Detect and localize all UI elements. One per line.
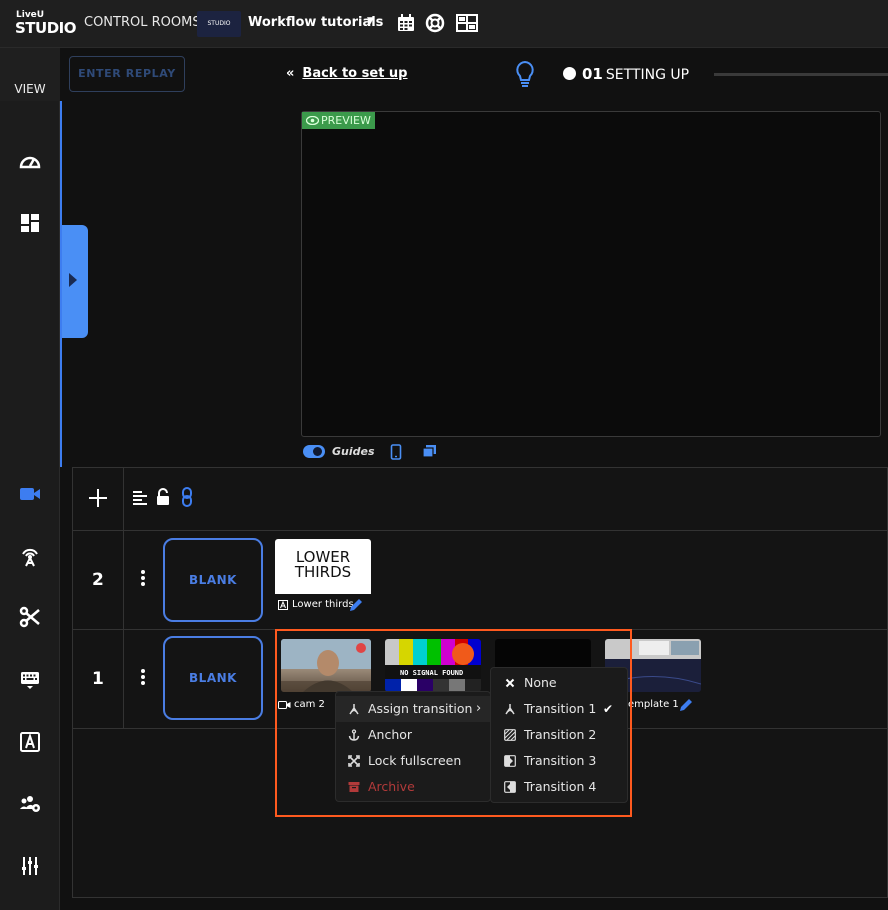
edit-pencil-icon[interactable]	[678, 697, 694, 713]
add-layer-icon[interactable]	[88, 488, 108, 508]
logo-bottom-text: STUDIO	[15, 19, 77, 37]
caret-down-icon[interactable]: ▼	[367, 16, 374, 26]
menu-item-assign-transition[interactable]: Assign transition ›	[336, 696, 492, 722]
expand-panel-button[interactable]	[62, 225, 88, 338]
status-progress-line	[714, 73, 888, 76]
layer-number: 1	[92, 669, 104, 689]
divider	[123, 467, 124, 728]
text-badge-icon	[278, 600, 288, 610]
align-left-icon[interactable]	[132, 490, 148, 506]
dashboard-icon[interactable]	[18, 150, 42, 174]
submenu-item-transition-1[interactable]: Transition 1 ✔	[491, 696, 629, 722]
transition-submenu: None Transition 1 ✔ Transition 2 Transit…	[490, 667, 628, 803]
wipe-transition-icon	[504, 755, 516, 767]
menu-item-label: Lock fullscreen	[368, 753, 462, 768]
menu-item-label: Anchor	[368, 727, 413, 742]
nav-control-rooms[interactable]: CONTROL ROOMS	[84, 15, 201, 30]
submenu-item-transition-4[interactable]: Transition 4	[491, 774, 629, 800]
fullscreen-icon	[348, 755, 360, 767]
menu-item-lock-fullscreen[interactable]: Lock fullscreen	[336, 748, 492, 774]
app-window: LiveU STUDIO CONTROL ROOMS STUDIO Workfl…	[0, 0, 888, 910]
submenu-item-none[interactable]: None	[491, 670, 629, 696]
kebab-menu-icon[interactable]	[141, 570, 145, 588]
status-label: SETTING UP	[605, 67, 690, 83]
template-source-label: emplate 1	[628, 699, 679, 710]
status-indicator: 01 SETTING UP	[563, 65, 689, 83]
divider	[72, 530, 888, 531]
unlock-icon[interactable]	[155, 488, 171, 506]
enter-replay-button[interactable]: ENTER REPLAY	[69, 56, 185, 92]
submenu-item-label: None	[524, 675, 557, 690]
keyboard-icon[interactable]	[18, 667, 42, 691]
menu-item-anchor[interactable]: Anchor	[336, 722, 492, 748]
submenu-item-label: Transition 2	[524, 727, 597, 742]
anchor-icon	[348, 729, 360, 741]
back-to-setup-label: Back to set up	[302, 66, 408, 81]
sliders-icon[interactable]	[18, 854, 42, 878]
menu-item-label: Archive	[368, 779, 415, 794]
text-icon[interactable]	[18, 730, 42, 754]
antenna-icon[interactable]	[18, 544, 42, 568]
project-selector[interactable]: Workflow tutorials	[248, 15, 383, 30]
view-label: VIEW	[14, 82, 46, 96]
submenu-item-transition-2[interactable]: Transition 2	[491, 722, 629, 748]
project-thumbnail: STUDIO	[197, 11, 241, 37]
lower-thirds-thumb-line: THIRDS	[294, 563, 352, 581]
top-bar: LiveU STUDIO CONTROL ROOMS STUDIO Workfl…	[0, 0, 888, 48]
transition-icon	[349, 704, 359, 715]
status-dot	[563, 67, 576, 80]
submenu-item-label: Transition 4	[524, 779, 597, 794]
submenu-item-label: Transition 1	[524, 701, 597, 716]
link-icon[interactable]	[180, 487, 194, 507]
view-tab[interactable]: VIEW	[0, 48, 60, 101]
double-chevron-left-icon: «	[286, 66, 295, 81]
scissors-icon[interactable]	[18, 605, 42, 629]
submenu-item-label: Transition 3	[524, 753, 597, 768]
layout-icon[interactable]	[456, 13, 478, 33]
logo[interactable]: LiveU STUDIO	[15, 10, 77, 38]
users-gear-icon[interactable]	[18, 792, 42, 816]
source-context-menu: Assign transition › Anchor Lock fullscre…	[335, 691, 492, 802]
lightbulb-icon[interactable]	[514, 60, 536, 88]
archive-icon	[348, 782, 360, 792]
checkmark-icon: ✔	[603, 702, 614, 716]
blank-source[interactable]: BLANK	[163, 538, 263, 622]
reverse-wipe-transition-icon	[504, 781, 516, 793]
chevron-right-icon: ›	[476, 701, 482, 716]
striped-transition-icon	[504, 729, 516, 741]
submenu-item-transition-3[interactable]: Transition 3	[491, 748, 629, 774]
mobile-icon[interactable]	[390, 444, 402, 460]
preview-badge: PREVIEW	[302, 112, 375, 129]
copy-layers-icon[interactable]	[422, 444, 437, 458]
calendar-icon[interactable]	[396, 13, 416, 33]
preview-canvas[interactable]	[301, 111, 881, 437]
layer-number: 2	[92, 570, 104, 590]
help-ring-icon[interactable]	[425, 13, 445, 33]
lower-thirds-thumbnail[interactable]: LOWER THIRDS	[275, 539, 371, 594]
menu-item-label: Assign transition	[368, 701, 473, 716]
guides-toggle[interactable]	[303, 445, 325, 458]
menu-item-archive[interactable]: Archive	[336, 774, 492, 800]
layout-grid-icon[interactable]	[18, 211, 42, 235]
back-to-setup-link[interactable]: « Back to set up	[286, 66, 408, 81]
transition-icon	[505, 704, 515, 715]
toggle-knob	[313, 447, 322, 456]
chevron-right-icon	[69, 273, 77, 287]
edit-pencil-icon[interactable]	[348, 597, 364, 613]
blank-source[interactable]: BLANK	[163, 636, 263, 720]
preview-badge-label: PREVIEW	[321, 114, 371, 127]
kebab-menu-icon[interactable]	[141, 669, 145, 687]
left-sidebar	[0, 48, 60, 910]
close-icon	[505, 678, 515, 688]
camera-icon[interactable]	[18, 482, 42, 506]
eye-icon	[305, 115, 320, 126]
status-number: 01	[582, 65, 603, 83]
guides-label: Guides	[332, 445, 375, 458]
